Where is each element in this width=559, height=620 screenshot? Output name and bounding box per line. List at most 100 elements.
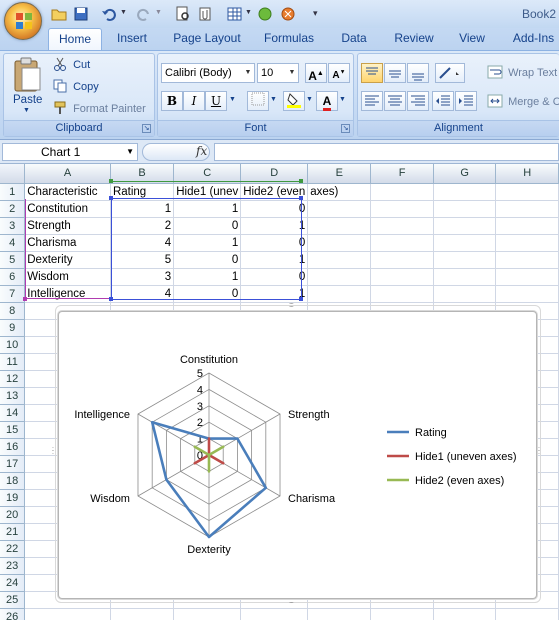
font-color-dropdown-icon[interactable]: ▼ [339,96,346,103]
row-header[interactable]: 14 [0,404,26,422]
select-all-corner[interactable] [0,164,26,184]
column-header[interactable]: H [495,164,559,184]
shrink-font-button[interactable]: A▼ [328,63,350,83]
cell[interactable]: Intelligence [24,285,111,303]
cell[interactable] [24,608,111,620]
paste-button[interactable]: Paste [13,94,42,106]
cell[interactable] [370,268,434,286]
middle-align-button[interactable] [384,63,406,83]
row-header[interactable]: 11 [0,353,26,371]
row-header[interactable]: 2 [0,200,26,218]
redo-icon[interactable] [135,5,153,23]
attach-icon[interactable] [196,5,214,23]
align-center-button[interactable] [384,91,406,111]
cell[interactable] [370,608,434,620]
merge-center-button[interactable]: Merge & C [487,94,559,111]
row-header[interactable]: 10 [0,336,26,354]
font-launcher-icon[interactable]: ↘ [341,124,350,133]
row-header[interactable]: 22 [0,540,26,558]
cut-button[interactable]: Cut [53,57,90,74]
cell[interactable] [433,217,497,235]
formula-input[interactable] [214,143,559,161]
cell[interactable] [370,183,434,201]
cell[interactable] [433,608,497,620]
wrap-text-button[interactable]: Wrap Text [487,65,557,82]
orientation-button[interactable] [435,63,465,83]
customize-qat-icon[interactable]: ▾ [313,8,318,19]
column-header[interactable]: A [24,164,111,184]
tab-review[interactable]: Review [389,28,439,50]
row-header[interactable]: 19 [0,489,26,507]
cell[interactable]: Charisma [24,234,111,252]
row-header[interactable]: 4 [0,234,26,252]
row-header[interactable]: 16 [0,438,26,456]
save-icon[interactable] [72,5,90,23]
row-header[interactable]: 20 [0,506,26,524]
cell[interactable] [495,200,559,218]
cell[interactable]: Strength [24,217,111,235]
row-header[interactable]: 25 [0,591,26,609]
cell[interactable] [370,285,434,303]
row-header[interactable]: 24 [0,574,26,592]
decrease-indent-button[interactable] [432,91,454,111]
cell[interactable] [307,268,372,286]
paint-icon[interactable] [279,5,297,23]
row-header[interactable]: 7 [0,285,26,303]
cell[interactable] [307,200,372,218]
column-header[interactable]: G [433,164,497,184]
row-header[interactable]: 3 [0,217,26,235]
font-name-select[interactable]: Calibri (Body) ▼ [161,63,255,83]
row-header[interactable]: 13 [0,387,26,405]
row-header[interactable]: 18 [0,472,26,490]
cell[interactable] [433,200,497,218]
tab-add-ins[interactable]: Add-Ins [508,28,559,50]
cell[interactable] [370,251,434,269]
cell[interactable] [495,285,559,303]
row-header[interactable]: 15 [0,421,26,439]
paste-dropdown-icon[interactable]: ▼ [23,107,30,114]
top-align-button[interactable] [361,63,383,83]
cell[interactable]: axes) [307,183,372,201]
italic-button[interactable]: I [183,91,205,111]
increase-indent-button[interactable] [455,91,477,111]
font-size-select[interactable]: 10 ▼ [257,63,299,83]
cell[interactable] [307,217,372,235]
cell[interactable]: Wisdom [24,268,111,286]
bottom-align-button[interactable] [407,63,429,83]
cell[interactable] [433,251,497,269]
format-painter-button[interactable]: Format Painter [53,101,146,118]
cell[interactable] [433,183,497,201]
cell[interactable] [495,608,559,620]
undo-dropdown-icon[interactable]: ▼ [120,9,127,16]
chart-resize-handle-top[interactable]: :::: [289,302,294,309]
font-color-button[interactable]: A [316,91,338,111]
range-handle[interactable] [109,297,113,301]
row-header[interactable]: 12 [0,370,26,388]
range-handle[interactable] [299,297,303,301]
green-circle-icon[interactable] [256,5,274,23]
clipboard-launcher-icon[interactable]: ↘ [142,124,151,133]
tab-data[interactable]: Data [333,28,375,50]
row-header[interactable]: 26 [0,608,26,620]
cell[interactable] [433,285,497,303]
column-header[interactable]: E [307,164,372,184]
cell[interactable] [433,268,497,286]
copy-button[interactable]: Copy [53,79,99,96]
cell[interactable]: Characteristic [24,183,111,201]
borders-dropdown-icon[interactable]: ▼ [270,96,277,103]
cell[interactable] [495,251,559,269]
tab-view[interactable]: View [452,28,492,50]
bold-button[interactable]: B [161,91,183,111]
underline-button[interactable]: U [205,91,227,111]
range-handle[interactable] [109,196,113,200]
tab-page-layout[interactable]: Page Layout [168,28,246,50]
tab-home[interactable]: Home [48,28,102,50]
cell[interactable]: Dexterity [24,251,111,269]
align-right-button[interactable] [407,91,429,111]
cell[interactable] [110,608,175,620]
cell[interactable] [370,234,434,252]
range-handle[interactable] [299,179,303,183]
tab-insert[interactable]: Insert [110,28,154,50]
range-handle[interactable] [23,297,27,301]
print-preview-icon[interactable] [174,5,192,23]
